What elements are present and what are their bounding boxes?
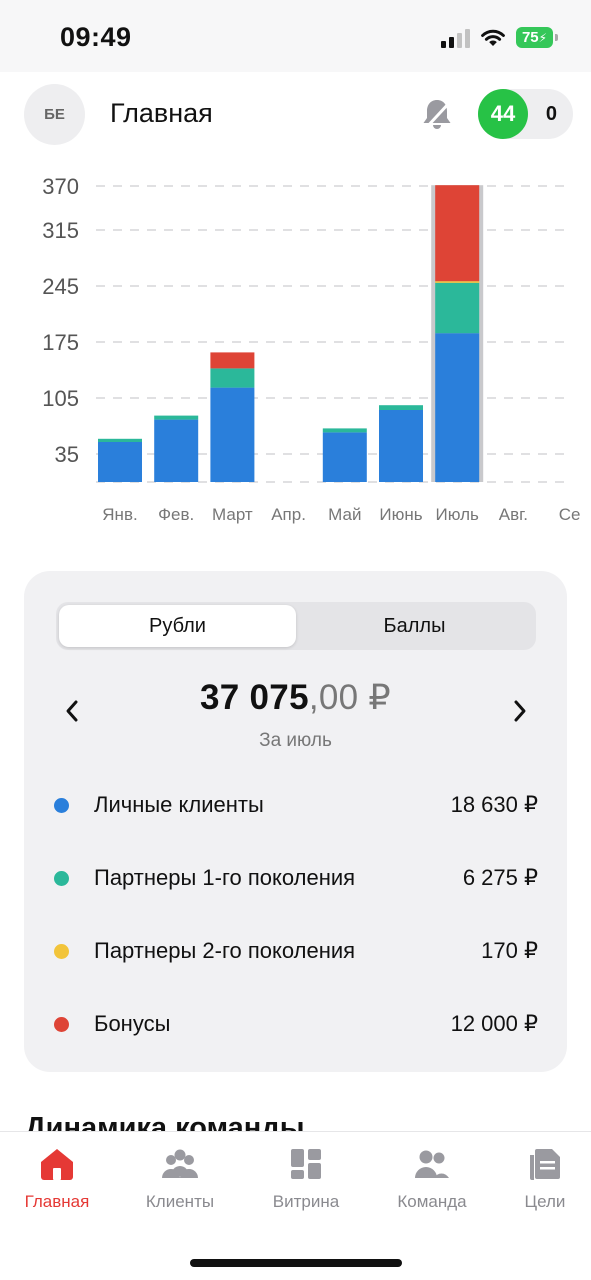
tab-rubles[interactable]: Рубли xyxy=(59,605,296,647)
tab-points[interactable]: Баллы xyxy=(296,605,533,647)
legend-label: Личные клиенты xyxy=(94,792,264,817)
bar-segment xyxy=(435,282,480,334)
x-tick-label: Авг. xyxy=(499,505,528,524)
bar-segment xyxy=(379,405,423,410)
x-tick-label: Июль xyxy=(436,505,480,524)
x-tick-label: Апр. xyxy=(271,505,306,524)
cellular-signal-icon xyxy=(441,28,470,48)
battery-level: 75 xyxy=(521,29,539,46)
tab-showcase[interactable]: Витрина xyxy=(246,1146,366,1216)
showcase-icon xyxy=(286,1146,326,1182)
tab-label: Клиенты xyxy=(145,1192,215,1211)
amount-fraction: ,00 ₽ xyxy=(308,678,391,717)
bell-icon[interactable] xyxy=(420,96,454,132)
y-tick-label: 315 xyxy=(42,218,79,243)
bar-segment xyxy=(98,438,142,442)
list-item: Партнеры 2-го поколения 170 ₽ xyxy=(54,931,538,971)
status-icons: 75 ⚡ xyxy=(441,27,558,48)
bar-segment xyxy=(435,333,480,482)
y-tick-label: 175 xyxy=(42,330,79,355)
home-indicator xyxy=(190,1259,402,1267)
counter-gray-value: 0 xyxy=(545,103,557,125)
bar-segment xyxy=(210,368,255,388)
list-item: Личные клиенты 18 630 ₽ xyxy=(54,785,538,825)
legend-value: 170 ₽ xyxy=(481,938,538,963)
goals-icon xyxy=(525,1146,565,1182)
x-tick-label: Июнь xyxy=(379,505,422,524)
bar-segment xyxy=(322,428,367,433)
chevron-right-icon[interactable] xyxy=(508,696,532,726)
bar-segment xyxy=(379,410,423,482)
x-tick-label: Се xyxy=(559,505,581,524)
avatar[interactable]: БЕ xyxy=(24,84,85,145)
bar-segment xyxy=(322,432,367,482)
tab-label: Витрина xyxy=(272,1192,340,1211)
income-chart-svg: 35 105 175 245 315 370 Янв. Фев. Март Апр. Май Июнь… xyxy=(42,174,581,524)
x-tick-label: Май xyxy=(328,505,361,524)
clients-icon xyxy=(160,1146,200,1182)
page-title: Главная xyxy=(110,98,213,128)
bar-segment xyxy=(435,281,480,283)
summary-card: Рубли Баллы 37 075,00 ₽ За июль Личные к… xyxy=(24,571,567,1072)
y-tick-label: 245 xyxy=(42,274,79,299)
bottom-tab-bar: Главная Клиенты Витрина Команда Цели xyxy=(0,1131,591,1280)
legend-label: Партнеры 1-го поколения xyxy=(94,865,356,890)
legend-label: Партнеры 2-го поколения xyxy=(94,938,356,963)
status-bar: 09:49 75 ⚡ xyxy=(0,0,591,72)
x-tick-label: Янв. xyxy=(102,505,137,524)
amount-integer: 37 075 xyxy=(199,678,309,717)
wifi-icon xyxy=(481,29,505,46)
app-header: БЕ Главная 44 0 xyxy=(0,72,591,158)
income-chart: 35 105 175 245 315 370 Янв. Фев. Март Апр. Май Июнь… xyxy=(0,160,591,540)
tab-goals[interactable]: Цели xyxy=(485,1146,591,1216)
legend-dot xyxy=(54,943,69,959)
battery-icon: 75 ⚡ xyxy=(516,27,558,48)
list-item: Партнеры 1-го поколения 6 275 ₽ xyxy=(54,858,538,898)
period-label: За июль xyxy=(259,730,332,751)
home-icon xyxy=(37,1146,77,1182)
bar-segment xyxy=(154,415,199,420)
legend-value: 12 000 ₽ xyxy=(450,1011,538,1036)
status-time: 09:49 xyxy=(60,22,132,52)
legend-value: 18 630 ₽ xyxy=(450,792,538,817)
counter-green-badge: 44 xyxy=(478,89,528,139)
tab-label: Цели xyxy=(524,1192,566,1211)
bar-segment xyxy=(435,185,480,282)
list-item: Бонусы 12 000 ₽ xyxy=(54,1004,538,1044)
legend-dot xyxy=(54,797,69,813)
x-tick-label: Фев. xyxy=(158,505,194,524)
x-tick-label: Март xyxy=(212,505,253,524)
legend-label: Бонусы xyxy=(94,1011,171,1036)
bar-segment xyxy=(210,387,255,482)
legend-value: 6 275 ₽ xyxy=(462,865,538,890)
currency-segmented-control: Рубли Баллы xyxy=(56,602,536,650)
tab-home[interactable]: Главная xyxy=(0,1146,117,1216)
y-tick-label: 370 xyxy=(42,174,79,199)
counters-pill[interactable]: 44 0 xyxy=(478,89,573,139)
legend-dot xyxy=(54,870,69,886)
tab-team[interactable]: Команда xyxy=(372,1146,492,1216)
tab-clients[interactable]: Клиенты xyxy=(120,1146,240,1216)
bar-segment xyxy=(98,442,142,482)
total-amount: 37 075,00 ₽ xyxy=(24,678,567,718)
y-tick-label: 35 xyxy=(55,442,79,467)
bar-segment xyxy=(210,352,255,369)
team-icon xyxy=(412,1146,452,1182)
tab-label: Главная xyxy=(24,1192,90,1211)
legend-dot xyxy=(54,1016,69,1032)
tab-label: Команда xyxy=(397,1192,467,1211)
bar-segment xyxy=(154,419,199,482)
y-tick-label: 105 xyxy=(42,386,79,411)
